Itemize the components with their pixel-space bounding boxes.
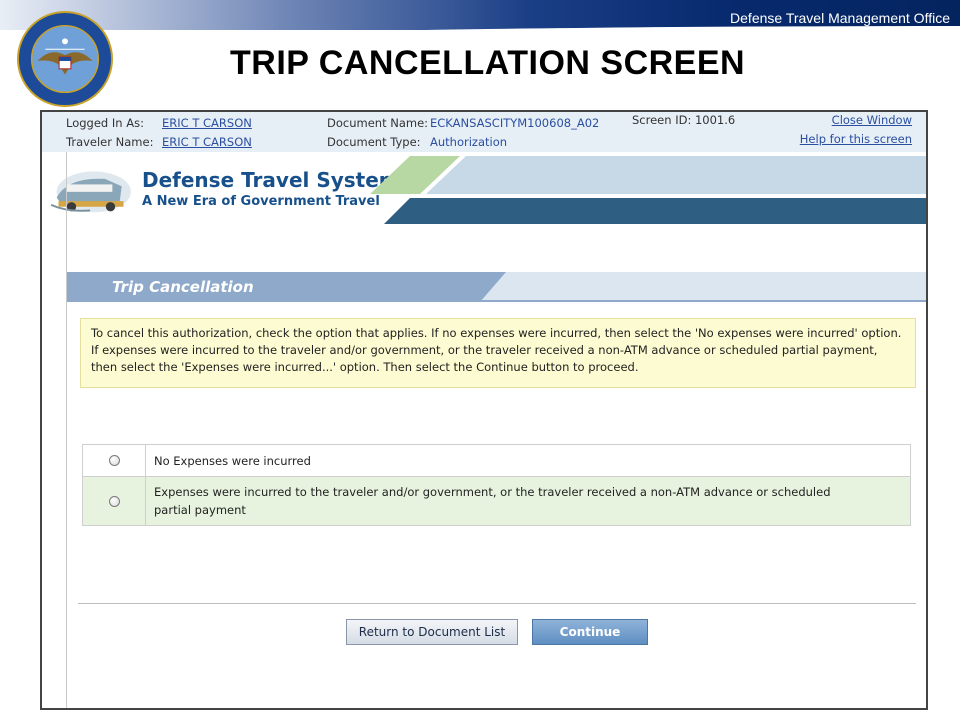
dod-seal-icon bbox=[16, 10, 114, 108]
help-link[interactable]: Help for this screen bbox=[800, 132, 912, 146]
document-name-label: Document Name: bbox=[327, 116, 429, 130]
document-name-value: ECKANSASCITYM100608_A02 bbox=[430, 116, 600, 130]
org-label: Defense Travel Management Office bbox=[730, 10, 950, 26]
screen-id: Screen ID: 1001.6 bbox=[632, 113, 736, 127]
traveler-name-label: Traveler Name: bbox=[66, 135, 154, 149]
document-info-bar: Logged In As: ERIC T CARSON Traveler Nam… bbox=[42, 112, 926, 152]
logged-in-user-link[interactable]: ERIC T CARSON bbox=[162, 116, 252, 130]
document-type-value: Authorization bbox=[430, 135, 508, 149]
dts-screenshot: Logged In As: ERIC T CARSON Traveler Nam… bbox=[40, 110, 928, 710]
document-type-label: Document Type: bbox=[327, 135, 421, 149]
content-left-border bbox=[66, 152, 926, 708]
close-window-link[interactable]: Close Window bbox=[832, 113, 912, 127]
traveler-name-link[interactable]: ERIC T CARSON bbox=[162, 135, 252, 149]
logged-in-label: Logged In As: bbox=[66, 116, 144, 130]
slide-title: TRIP CANCELLATION SCREEN bbox=[230, 44, 746, 82]
